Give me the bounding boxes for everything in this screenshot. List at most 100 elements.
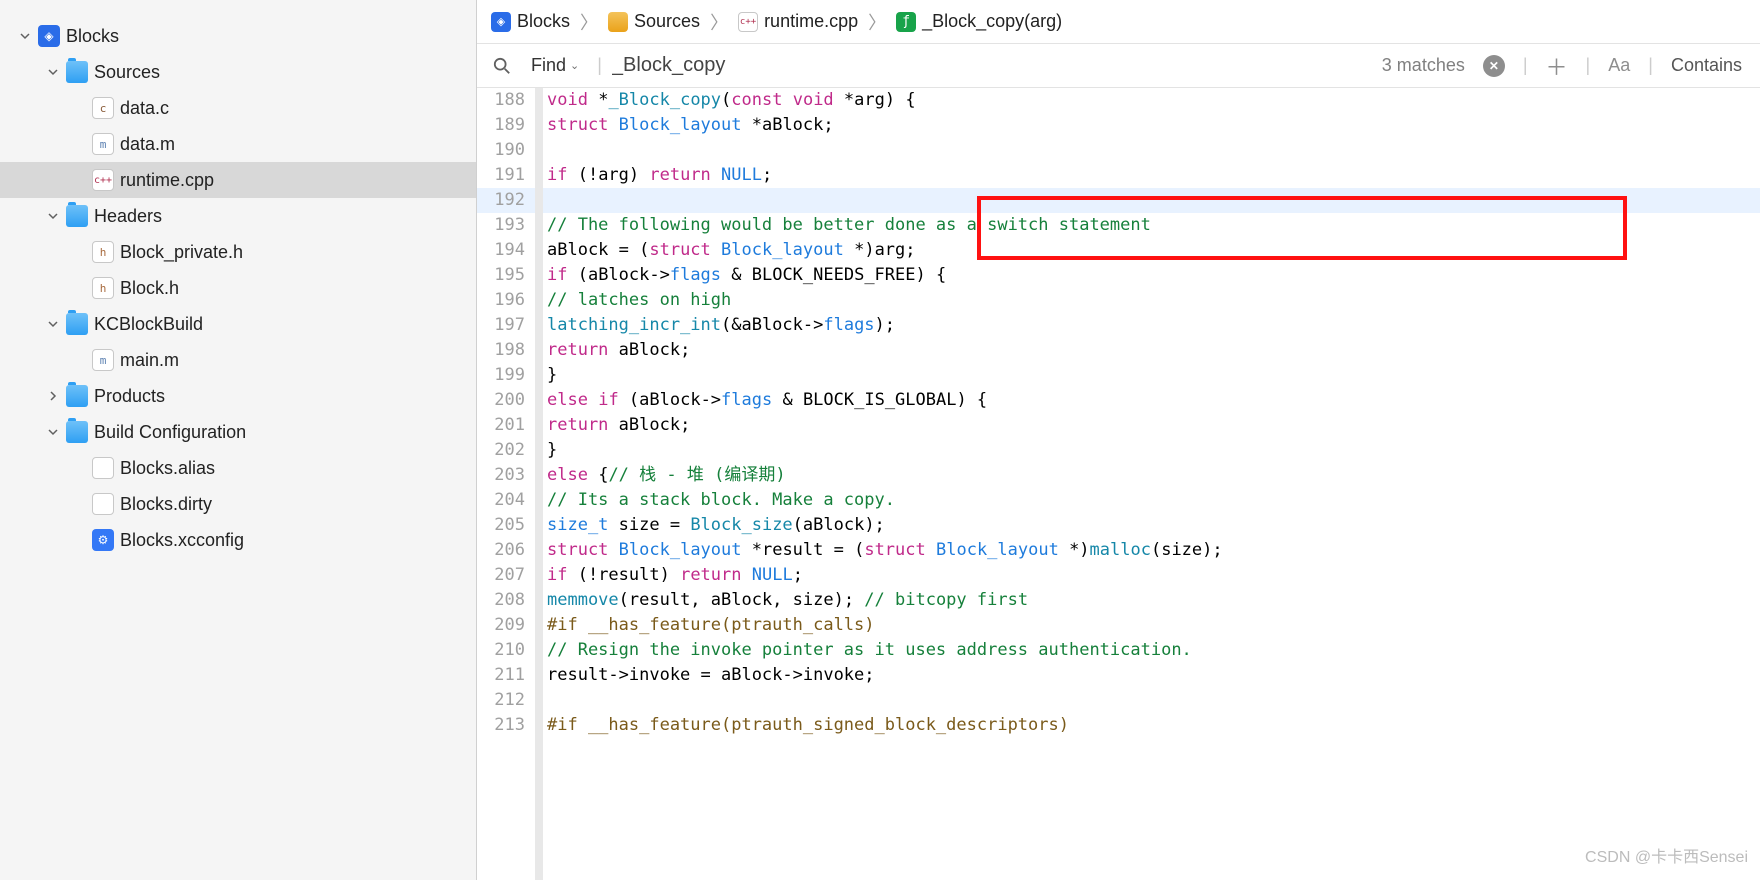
tree-file[interactable]: ◈Blocks bbox=[0, 18, 476, 54]
fold-gutter[interactable] bbox=[535, 88, 543, 880]
code-line[interactable]: 206 struct Block_layout *result = (struc… bbox=[477, 538, 1760, 563]
tree-file[interactable]: ⚙Blocks.xcconfig bbox=[0, 522, 476, 558]
code-line[interactable]: 194 aBlock = (struct Block_layout *)arg; bbox=[477, 238, 1760, 263]
disclosure-chevron-icon[interactable] bbox=[46, 209, 60, 223]
code-content[interactable]: if (aBlock->flags & BLOCK_NEEDS_FREE) { bbox=[535, 263, 1760, 288]
code-content[interactable]: if (!arg) return NULL; bbox=[535, 163, 1760, 188]
code-line[interactable]: 212 bbox=[477, 688, 1760, 713]
tree-folder[interactable]: KCBlockBuild bbox=[0, 306, 476, 342]
code-content[interactable]: struct Block_layout *result = (struct Bl… bbox=[535, 538, 1760, 563]
line-number: 204 bbox=[477, 488, 535, 513]
disclosure-chevron-icon[interactable] bbox=[46, 389, 60, 403]
code-content[interactable]: size_t size = Block_size(aBlock); bbox=[535, 513, 1760, 538]
code-line[interactable]: 200 else if (aBlock->flags & BLOCK_IS_GL… bbox=[477, 388, 1760, 413]
code-line[interactable]: 193 // The following would be better don… bbox=[477, 213, 1760, 238]
code-content[interactable]: // Resign the invoke pointer as it uses … bbox=[535, 638, 1760, 663]
code-line[interactable]: 188void *_Block_copy(const void *arg) { bbox=[477, 88, 1760, 113]
breadcrumb-item[interactable]: ƒ_Block_copy(arg) bbox=[896, 11, 1062, 32]
code-line[interactable]: 192 bbox=[477, 188, 1760, 213]
find-bar[interactable]: Find ⌄ | 3 matches ✕ | ＋ | Aa | Contains bbox=[477, 44, 1760, 88]
tree-item-label: data.c bbox=[120, 98, 169, 119]
code-line[interactable]: 197 latching_incr_int(&aBlock->flags); bbox=[477, 313, 1760, 338]
tree-file[interactable]: h Block_private.h bbox=[0, 234, 476, 270]
case-sensitive-toggle[interactable]: Aa bbox=[1608, 55, 1630, 76]
code-line[interactable]: 199 } bbox=[477, 363, 1760, 388]
code-line[interactable]: 189 struct Block_layout *aBlock; bbox=[477, 113, 1760, 138]
file-navigator[interactable]: ◈Blocks Sources cdata.cmdata.mc++runtime.c… bbox=[0, 0, 477, 880]
code-line[interactable]: 204 // Its a stack block. Make a copy. bbox=[477, 488, 1760, 513]
code-editor[interactable]: 188void *_Block_copy(const void *arg) {1… bbox=[477, 88, 1760, 880]
code-content[interactable]: return aBlock; bbox=[535, 413, 1760, 438]
code-content[interactable]: // Its a stack block. Make a copy. bbox=[535, 488, 1760, 513]
disclosure-chevron-icon[interactable] bbox=[18, 29, 32, 43]
code-line[interactable]: 195 if (aBlock->flags & BLOCK_NEEDS_FREE… bbox=[477, 263, 1760, 288]
code-content[interactable]: // latches on high bbox=[535, 288, 1760, 313]
code-line[interactable]: 211 result->invoke = aBlock->invoke; bbox=[477, 663, 1760, 688]
code-content[interactable]: } bbox=[535, 438, 1760, 463]
code-line[interactable]: 196 // latches on high bbox=[477, 288, 1760, 313]
code-content[interactable]: struct Block_layout *aBlock; bbox=[535, 113, 1760, 138]
match-type-dropdown[interactable]: Contains bbox=[1671, 55, 1742, 76]
breadcrumb-bar[interactable]: ◈Blocks〉Sources〉c++runtime.cpp〉ƒ_Block_c… bbox=[477, 0, 1760, 44]
code-content[interactable]: return aBlock; bbox=[535, 338, 1760, 363]
disclosure-chevron-icon[interactable] bbox=[46, 317, 60, 331]
breadcrumb-item[interactable]: c++runtime.cpp bbox=[738, 11, 858, 32]
code-content[interactable]: } bbox=[535, 363, 1760, 388]
code-content[interactable]: else {// 栈 - 堆 (编译期) bbox=[535, 463, 1760, 488]
code-content[interactable]: #if __has_feature(ptrauth_signed_block_d… bbox=[535, 713, 1760, 738]
tree-file[interactable]: mdata.m bbox=[0, 126, 476, 162]
code-content[interactable]: result->invoke = aBlock->invoke; bbox=[535, 663, 1760, 688]
code-content[interactable]: else if (aBlock->flags & BLOCK_IS_GLOBAL… bbox=[535, 388, 1760, 413]
code-content[interactable]: aBlock = (struct Block_layout *)arg; bbox=[535, 238, 1760, 263]
line-number: 188 bbox=[477, 88, 535, 113]
tree-folder[interactable]: Build Configuration bbox=[0, 414, 476, 450]
code-content[interactable]: // The following would be better done as… bbox=[535, 213, 1760, 238]
tree-item-label: main.m bbox=[120, 350, 179, 371]
code-content[interactable] bbox=[535, 188, 1760, 213]
tree-item-label: Sources bbox=[94, 62, 160, 83]
code-line[interactable]: 213#if __has_feature(ptrauth_signed_bloc… bbox=[477, 713, 1760, 738]
code-content[interactable]: latching_incr_int(&aBlock->flags); bbox=[535, 313, 1760, 338]
file-icon: h bbox=[92, 241, 114, 263]
tree-file[interactable]: Blocks.alias bbox=[0, 450, 476, 486]
tree-file[interactable]: mmain.m bbox=[0, 342, 476, 378]
breadcrumb-item[interactable]: ◈Blocks bbox=[491, 11, 570, 32]
code-line[interactable]: 209#if __has_feature(ptrauth_calls) bbox=[477, 613, 1760, 638]
tree-folder[interactable]: Headers bbox=[0, 198, 476, 234]
breadcrumb-separator-icon: 〉 bbox=[868, 9, 886, 35]
code-content[interactable]: void *_Block_copy(const void *arg) { bbox=[535, 88, 1760, 113]
tree-folder[interactable]: Sources bbox=[0, 54, 476, 90]
find-input[interactable] bbox=[612, 54, 1372, 77]
code-line[interactable]: 202 } bbox=[477, 438, 1760, 463]
tree-file[interactable]: hBlock.h bbox=[0, 270, 476, 306]
code-content[interactable]: if (!result) return NULL; bbox=[535, 563, 1760, 588]
find-mode-dropdown[interactable]: Find ⌄ bbox=[523, 55, 587, 76]
clear-search-icon[interactable]: ✕ bbox=[1483, 55, 1505, 77]
code-content[interactable]: memmove(result, aBlock, size); // bitcop… bbox=[535, 588, 1760, 613]
disclosure-chevron-icon[interactable] bbox=[46, 65, 60, 79]
tree-item-label: Block_private.h bbox=[120, 242, 243, 263]
line-number: 205 bbox=[477, 513, 535, 538]
code-content[interactable]: #if __has_feature(ptrauth_calls) bbox=[535, 613, 1760, 638]
code-line[interactable]: 210 // Resign the invoke pointer as it u… bbox=[477, 638, 1760, 663]
line-number: 197 bbox=[477, 313, 535, 338]
code-line[interactable]: 191 if (!arg) return NULL; bbox=[477, 163, 1760, 188]
tree-file[interactable]: cdata.c bbox=[0, 90, 476, 126]
code-line[interactable]: 190 bbox=[477, 138, 1760, 163]
code-line[interactable]: 205 size_t size = Block_size(aBlock); bbox=[477, 513, 1760, 538]
tree-file[interactable]: Blocks.dirty bbox=[0, 486, 476, 522]
code-line[interactable]: 203 else {// 栈 - 堆 (编译期) bbox=[477, 463, 1760, 488]
breadcrumb-item[interactable]: Sources bbox=[608, 11, 700, 32]
code-content[interactable] bbox=[535, 138, 1760, 163]
tree-file[interactable]: c++runtime.cpp bbox=[0, 162, 476, 198]
code-content[interactable] bbox=[535, 688, 1760, 713]
line-number: 206 bbox=[477, 538, 535, 563]
code-line[interactable]: 208 memmove(result, aBlock, size); // bi… bbox=[477, 588, 1760, 613]
code-line[interactable]: 198 return aBlock; bbox=[477, 338, 1760, 363]
tree-item-label: Build Configuration bbox=[94, 422, 246, 443]
code-line[interactable]: 201 return aBlock; bbox=[477, 413, 1760, 438]
code-line[interactable]: 207 if (!result) return NULL; bbox=[477, 563, 1760, 588]
disclosure-chevron-icon[interactable] bbox=[46, 425, 60, 439]
add-search-rule-icon[interactable]: ＋ bbox=[1546, 50, 1568, 82]
tree-folder[interactable]: Products bbox=[0, 378, 476, 414]
